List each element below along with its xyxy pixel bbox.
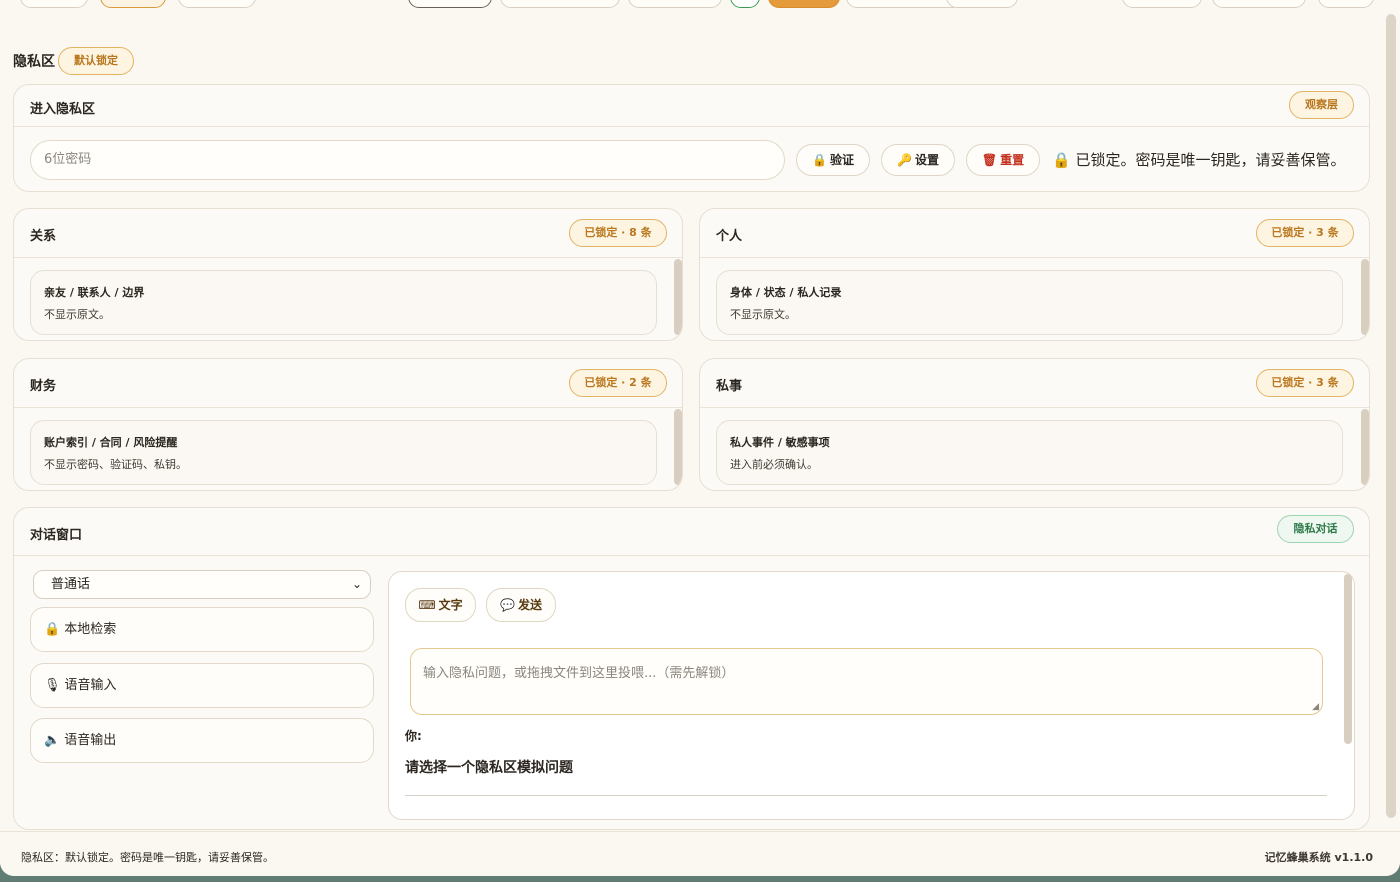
version-label: 记忆蜂巢系统 v1.1.0 xyxy=(1264,851,1373,864)
toolbar-tab[interactable] xyxy=(20,0,88,8)
category-card-header: 个人 已锁定 · 3 条 xyxy=(700,209,1369,258)
category-card-personal: 个人 已锁定 · 3 条 身体 / 状态 / 私人记录 不显示原文。 xyxy=(699,208,1370,341)
category-card-relations: 关系 已锁定 · 8 条 亲友 / 联系人 / 边界 不显示原文。 xyxy=(13,208,683,341)
scrollbar[interactable] xyxy=(674,409,682,485)
toolbar-primary-button[interactable] xyxy=(768,0,840,8)
local-search-label: 本地检索 xyxy=(64,622,117,637)
footer-notice: 隐私区：默认锁定。密码是唯一钥匙，请妥善保管。 xyxy=(21,851,274,864)
toolbar-button[interactable] xyxy=(500,0,620,8)
chat-pane: ⌨ 文字 💬 发送 输入隐私问题，或拖拽文件到这里投喂...（需先解锁） ◢ 你: … xyxy=(388,571,1355,820)
chat-title: 对话窗口 xyxy=(30,528,83,543)
toolbar-button[interactable] xyxy=(1318,0,1374,8)
category-title: 关系 xyxy=(30,229,57,244)
settings-label: 设置 xyxy=(914,153,939,167)
unlock-card-title: 进入隐私区 xyxy=(30,102,96,117)
item-description: 不显示原文。 xyxy=(44,308,110,321)
verify-label: 验证 xyxy=(829,153,854,167)
send-button[interactable]: 💬 发送 xyxy=(486,588,556,622)
settings-button[interactable]: 🔑 设置 xyxy=(881,144,955,176)
lock-status: 🔒 已锁定。密码是唯一钥匙，请妥善保管。 xyxy=(1052,149,1345,170)
message-text: 请选择一个隐私区模拟问题 xyxy=(405,760,573,776)
chat-input[interactable]: 输入隐私问题，或拖拽文件到这里投喂...（需先解锁） ◢ xyxy=(410,648,1323,715)
category-card-private: 私事 已锁定 · 3 条 私人事件 / 敏感事项 进入前必须确认。 xyxy=(699,358,1370,491)
speaker-icon: 🔈 xyxy=(44,733,61,748)
voice-input-label: 语音输入 xyxy=(64,678,117,693)
trash-icon: 🗑 xyxy=(981,153,998,167)
category-card-header: 财务 已锁定 · 2 条 xyxy=(14,359,682,408)
toolbar-button[interactable] xyxy=(1212,0,1306,8)
voice-output-label: 语音输出 xyxy=(64,733,117,748)
password-input[interactable]: 6位密码 xyxy=(30,140,785,180)
item-title: 亲友 / 联系人 / 边界 xyxy=(44,286,145,299)
unlock-card: 进入隐私区 观察层 6位密码 🔒 验证 🔑 设置 🗑 重置 🔒 已锁定。密码是唯一钥匙… xyxy=(13,84,1370,192)
lock-status-text: 已锁定。密码是唯一钥匙，请妥善保管。 xyxy=(1075,151,1346,169)
toolbar-button[interactable] xyxy=(628,0,722,8)
chevron-down-icon: ⌄ xyxy=(351,577,362,591)
toolbar-status-indicator[interactable] xyxy=(730,0,760,8)
scrollbar[interactable] xyxy=(1344,574,1352,744)
lock-icon: 🔒 xyxy=(1052,151,1071,169)
keyboard-icon: ⌨ xyxy=(418,598,436,612)
category-lock-badge: 已锁定 · 2 条 xyxy=(569,369,667,397)
section-lock-badge: 默认锁定 xyxy=(58,47,134,75)
category-item[interactable]: 账户索引 / 合同 / 风险提醒 不显示密码、验证码、私钥。 xyxy=(30,420,657,485)
category-item[interactable]: 亲友 / 联系人 / 边界 不显示原文。 xyxy=(30,270,657,335)
language-selected: 普通话 xyxy=(51,577,91,592)
reset-button[interactable]: 🗑 重置 xyxy=(966,144,1040,176)
item-title: 身体 / 状态 / 私人记录 xyxy=(730,286,842,299)
item-description: 不显示原文。 xyxy=(730,308,796,321)
resize-handle-icon[interactable]: ◢ xyxy=(1312,702,1319,712)
chat-card-header: 对话窗口 隐私对话 xyxy=(14,508,1369,556)
toolbar-tab-active[interactable] xyxy=(100,0,166,8)
footer: 隐私区：默认锁定。密码是唯一钥匙，请妥善保管。 记忆蜂巢系统 v1.1.0 xyxy=(0,831,1400,876)
category-card-header: 私事 已锁定 · 3 条 xyxy=(700,359,1369,408)
top-toolbar xyxy=(0,0,1400,8)
scrollbar[interactable] xyxy=(1361,409,1369,485)
category-item[interactable]: 私人事件 / 敏感事项 进入前必须确认。 xyxy=(716,420,1343,485)
category-lock-badge: 已锁定 · 3 条 xyxy=(1256,369,1354,397)
toolbar-button[interactable] xyxy=(408,0,492,8)
category-title: 财务 xyxy=(30,379,57,394)
item-description: 不显示密码、验证码、私钥。 xyxy=(44,458,187,471)
speech-bubble-icon: 💬 xyxy=(500,598,515,612)
reset-label: 重置 xyxy=(1000,153,1025,167)
category-card-header: 关系 已锁定 · 8 条 xyxy=(14,209,682,258)
chat-input-placeholder: 输入隐私问题，或拖拽文件到这里投喂...（需先解锁） xyxy=(423,666,735,681)
category-title: 个人 xyxy=(716,229,743,244)
observe-layer-badge[interactable]: 观察层 xyxy=(1289,91,1354,119)
toolbar-tab[interactable] xyxy=(178,0,256,8)
voice-input-button[interactable]: 🎙 语音输入 xyxy=(30,663,374,708)
voice-output-button[interactable]: 🔈 语音输出 xyxy=(30,718,374,763)
category-card-finance: 财务 已锁定 · 2 条 账户索引 / 合同 / 风险提醒 不显示密码、验证码、… xyxy=(13,358,683,491)
section-title: 隐私区 xyxy=(13,54,55,70)
item-title: 账户索引 / 合同 / 风险提醒 xyxy=(44,436,178,449)
scrollbar[interactable] xyxy=(674,259,682,335)
category-lock-badge: 已锁定 · 3 条 xyxy=(1256,219,1354,247)
scrollbar[interactable] xyxy=(1361,259,1369,335)
lock-icon: 🔒 xyxy=(44,622,61,637)
lock-icon: 🔒 xyxy=(812,153,827,167)
verify-button[interactable]: 🔒 验证 xyxy=(796,144,870,176)
item-description: 进入前必须确认。 xyxy=(730,458,818,471)
category-item[interactable]: 身体 / 状态 / 私人记录 不显示原文。 xyxy=(716,270,1343,335)
category-lock-badge: 已锁定 · 8 条 xyxy=(569,219,667,247)
app-window: 隐私区 默认锁定 进入隐私区 观察层 6位密码 🔒 验证 🔑 设置 🗑 重置 🔒 已锁… xyxy=(0,0,1400,876)
window-scrollbar[interactable] xyxy=(1386,14,1396,818)
language-select[interactable]: 普通话 ⌄ xyxy=(33,570,371,599)
key-icon: 🔑 xyxy=(897,153,912,167)
unlock-card-header: 进入隐私区 观察层 xyxy=(14,85,1369,127)
message-sender: 你: xyxy=(405,729,422,743)
microphone-icon: 🎙 xyxy=(44,678,61,693)
toolbar-button[interactable] xyxy=(946,0,1018,8)
text-mode-label: 文字 xyxy=(438,598,463,612)
divider xyxy=(405,795,1327,796)
local-search-button[interactable]: 🔒 本地检索 xyxy=(30,607,374,652)
category-title: 私事 xyxy=(716,379,743,394)
send-label: 发送 xyxy=(517,598,542,612)
item-title: 私人事件 / 敏感事项 xyxy=(730,436,830,449)
text-mode-button[interactable]: ⌨ 文字 xyxy=(405,588,476,622)
chat-card: 对话窗口 隐私对话 普通话 ⌄ 🔒 本地检索 🎙 语音输入 🔈 语音输出 ⌨ 文字 💬 发… xyxy=(13,507,1370,830)
toolbar-button[interactable] xyxy=(1122,0,1202,8)
private-chat-badge: 隐私对话 xyxy=(1277,515,1354,543)
